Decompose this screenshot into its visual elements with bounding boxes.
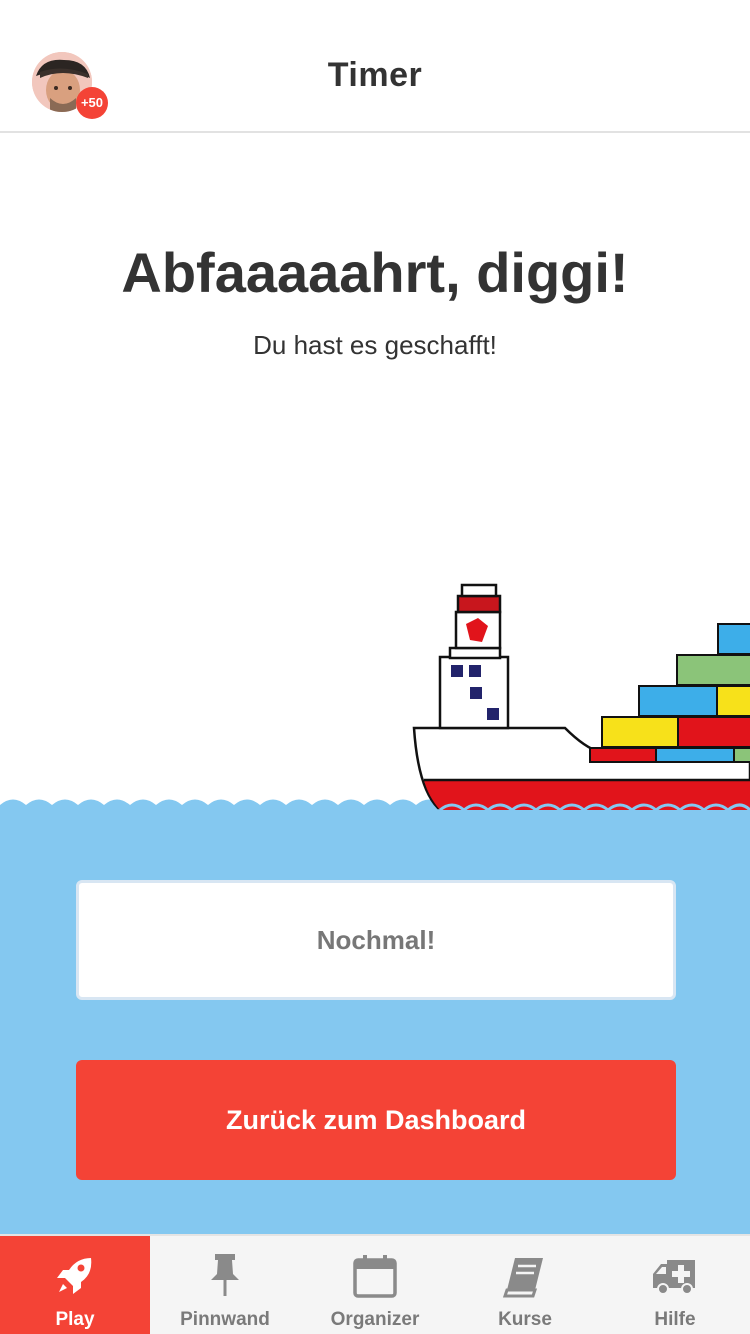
- containers: [589, 623, 750, 763]
- ambulance-icon: [647, 1248, 703, 1304]
- tab-kurse[interactable]: Kurse: [450, 1236, 600, 1334]
- tab-label: Play: [55, 1309, 95, 1330]
- again-button[interactable]: Nochmal!: [76, 880, 676, 1000]
- tab-label: Hilfe: [654, 1309, 696, 1330]
- ship-bridge: [438, 583, 510, 730]
- tab-play[interactable]: Play: [0, 1236, 150, 1334]
- bottom-tab-bar: Play Pinnwand Organizer Kurse Hilfe: [0, 1234, 750, 1334]
- tab-organizer[interactable]: Organizer: [300, 1236, 450, 1334]
- book-icon: [497, 1248, 553, 1304]
- rocket-icon: [47, 1248, 103, 1304]
- back-to-dashboard-button[interactable]: Zurück zum Dashboard: [76, 1060, 676, 1180]
- calendar-icon: [347, 1248, 403, 1304]
- top-bar: +50 Timer: [0, 0, 750, 133]
- tab-label: Pinnwand: [180, 1309, 270, 1330]
- page-title: Timer: [327, 56, 423, 94]
- tab-pinnwand[interactable]: Pinnwand: [150, 1236, 300, 1334]
- success-headline: Abfaaaaahrt, diggi!: [121, 241, 629, 304]
- tab-label: Organizer: [330, 1309, 420, 1330]
- pin-icon: [197, 1248, 253, 1304]
- tab-label: Kurse: [498, 1309, 552, 1330]
- tab-hilfe[interactable]: Hilfe: [600, 1236, 750, 1334]
- success-subline: Du hast es geschafft!: [253, 330, 497, 360]
